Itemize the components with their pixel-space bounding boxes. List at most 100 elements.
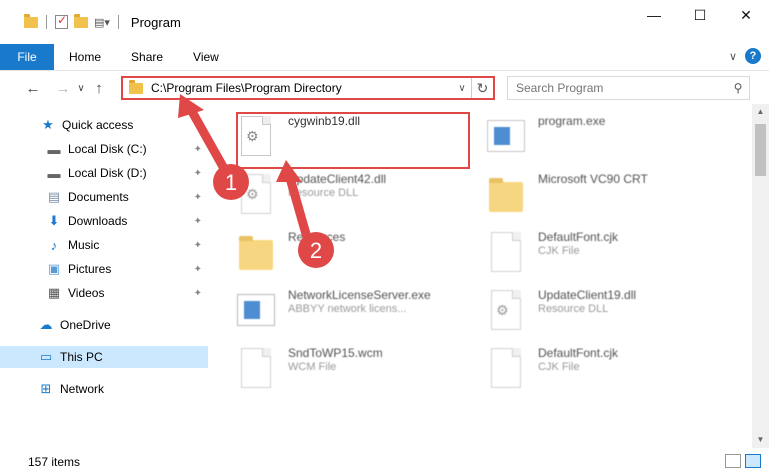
application-icon: [236, 288, 276, 332]
vertical-scrollbar[interactable]: ▲ ▼: [752, 104, 769, 448]
videos-icon: ▦: [47, 285, 61, 300]
folder-icon: [129, 79, 143, 94]
sidebar-item-music[interactable]: ♪ Music ✦: [0, 234, 208, 256]
file-name: DefaultFont.cjk: [538, 346, 619, 360]
pin-icon: ✦: [193, 263, 202, 275]
navigation-pane: ★ Quick access ▬ Local Disk (C:) ✦ ▬ Loc…: [0, 108, 210, 448]
network-icon: ⊞: [40, 381, 52, 396]
star-icon: ★: [42, 117, 54, 132]
new-folder-icon[interactable]: [74, 13, 88, 28]
folder-icon[interactable]: [24, 13, 38, 28]
list-item[interactable]: DefaultFont.cjk CJK File: [486, 230, 618, 274]
sidebar-item-local-disk-d[interactable]: ▬ Local Disk (D:) ✦: [0, 162, 208, 184]
pin-icon: ✦: [193, 143, 202, 155]
expand-ribbon-icon[interactable]: ∨: [729, 50, 737, 63]
sidebar-item-this-pc[interactable]: ▭ This PC: [0, 346, 208, 368]
sidebar-item-pictures[interactable]: ▣ Pictures ✦: [0, 258, 208, 280]
scrollbar-thumb[interactable]: [755, 124, 766, 176]
file-icon: [486, 346, 526, 390]
address-bar[interactable]: C:\Program Files\Program Directory ∨ ↻: [121, 76, 495, 100]
list-item[interactable]: program.exe: [486, 114, 605, 158]
file-type: Resource DLL: [538, 303, 609, 315]
sidebar-item-label: Local Disk (C:): [68, 142, 147, 156]
recent-locations-button[interactable]: ∨: [74, 83, 88, 94]
list-item[interactable]: DefaultFont.cjk CJK File: [486, 346, 618, 390]
properties-icon[interactable]: [55, 13, 68, 29]
search-icon[interactable]: ⚲: [727, 81, 749, 95]
refresh-button[interactable]: ↻: [471, 78, 493, 98]
file-name: UpdateClient19.dll: [538, 288, 637, 302]
sidebar-item-downloads[interactable]: ⬇ Downloads ✦: [0, 210, 208, 232]
pin-icon: ✦: [193, 167, 202, 179]
tab-home[interactable]: Home: [54, 44, 116, 70]
sidebar-item-label: Pictures: [68, 262, 112, 276]
list-item[interactable]: NetworkLicenseServer.exe ABBYY network li…: [236, 288, 431, 332]
file-name: SndToWP15.wcm: [288, 346, 383, 360]
dll-file-icon: ⚙: [486, 288, 526, 332]
file-type: CJK File: [538, 245, 580, 257]
close-button[interactable]: ✕: [723, 0, 769, 30]
file-name: Microsoft VC90 CRT: [538, 172, 648, 186]
file-type: Resource DLL: [288, 187, 359, 199]
list-item[interactable]: Resources: [236, 230, 345, 274]
scroll-down-icon[interactable]: ▼: [752, 432, 769, 448]
highlight-box: [236, 112, 470, 169]
downloads-icon: ⬇: [48, 213, 60, 228]
back-button[interactable]: ←: [22, 80, 44, 97]
scroll-up-icon[interactable]: ▲: [752, 104, 769, 120]
list-item[interactable]: Microsoft VC90 CRT: [486, 172, 648, 216]
list-item[interactable]: SndToWP15.wcm WCM File: [236, 346, 383, 390]
maximize-button[interactable]: ☐: [677, 0, 723, 30]
cloud-icon: ☁: [39, 317, 53, 332]
sidebar-item-onedrive[interactable]: ☁ OneDrive: [0, 314, 208, 336]
list-item[interactable]: ⚙ UpdateClient42.dll Resource DLL: [236, 172, 386, 216]
window-title: Program: [130, 14, 181, 30]
search-input[interactable]: [508, 78, 727, 98]
sidebar-item-local-disk-c[interactable]: ▬ Local Disk (C:) ✦: [0, 138, 208, 160]
tab-file[interactable]: File: [0, 44, 54, 70]
folder-icon: [236, 230, 276, 274]
forward-button[interactable]: →: [52, 80, 74, 97]
minimize-button[interactable]: —: [631, 0, 677, 30]
quick-access-toolbar: ▤▾: [0, 0, 121, 44]
address-path[interactable]: C:\Program Files\Program Directory: [151, 81, 453, 95]
sidebar-item-label: Music: [68, 238, 100, 252]
customize-toolbar-icon[interactable]: ▤▾: [94, 16, 110, 29]
sidebar-item-documents[interactable]: ▤ Documents ✦: [0, 186, 208, 208]
ribbon-tabs: File Home Share View ∨ ?: [0, 44, 769, 71]
file-icon: [236, 346, 276, 390]
file-type: ABBYY network licens...: [288, 303, 407, 315]
exe-file-icon: [486, 114, 526, 158]
up-button[interactable]: ↑: [88, 80, 110, 97]
sidebar-item-label: Network: [60, 382, 105, 396]
sidebar-item-quick-access[interactable]: ★ Quick access: [0, 114, 208, 136]
tab-view[interactable]: View: [178, 44, 234, 70]
search-box[interactable]: ⚲: [507, 76, 750, 100]
list-item[interactable]: ⚙ UpdateClient19.dll Resource DLL: [486, 288, 636, 332]
documents-icon: ▤: [47, 189, 61, 204]
pictures-icon: ▣: [47, 261, 61, 276]
item-count: 157 items: [28, 455, 81, 469]
file-type: WCM File: [288, 361, 337, 373]
drive-icon: ▬: [47, 141, 61, 157]
pin-icon: ✦: [193, 215, 202, 227]
divider: [46, 15, 47, 29]
details-view-icon[interactable]: [725, 454, 741, 468]
sidebar-item-label: Videos: [68, 286, 105, 300]
help-icon[interactable]: ?: [745, 48, 761, 64]
sidebar-item-network[interactable]: ⊞ Network: [0, 378, 208, 400]
large-icons-view-icon[interactable]: [745, 454, 761, 468]
sidebar-item-label: Local Disk (D:): [68, 166, 147, 180]
tab-share[interactable]: Share: [116, 44, 178, 70]
file-name: DefaultFont.cjk: [538, 230, 619, 244]
sidebar-item-label: Quick access: [62, 118, 134, 132]
file-name: Resources: [288, 230, 346, 244]
title-bar: ▤▾ Program — ☐ ✕: [0, 0, 769, 44]
address-dropdown-icon[interactable]: ∨: [453, 83, 471, 94]
drive-icon: ▬: [47, 165, 61, 181]
divider: [117, 15, 119, 29]
computer-icon: ▭: [39, 349, 53, 364]
pin-icon: ✦: [193, 191, 202, 203]
file-icon: [486, 230, 526, 274]
sidebar-item-videos[interactable]: ▦ Videos ✦: [0, 282, 208, 304]
